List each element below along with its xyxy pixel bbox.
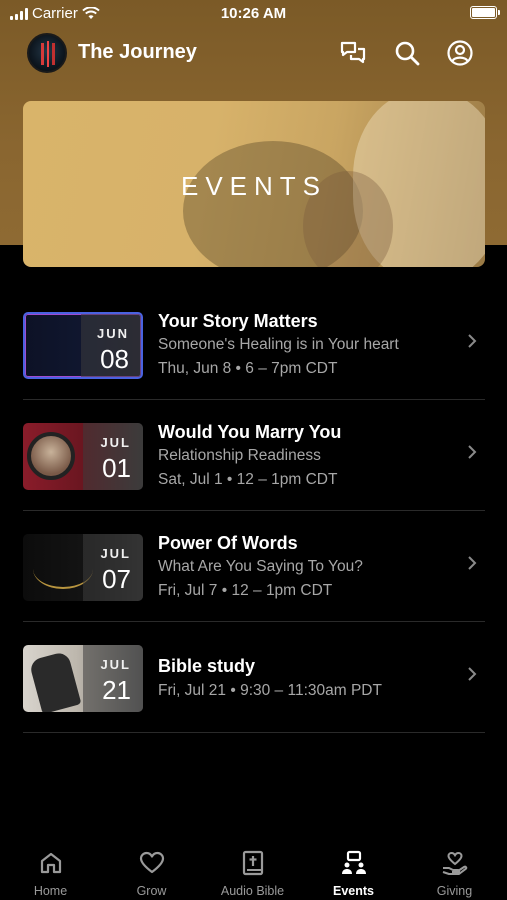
event-month: JUL [100, 546, 131, 561]
status-time: 10:26 AM [220, 5, 287, 22]
search-icon[interactable] [393, 39, 421, 67]
banner-title: EVENTS [180, 171, 328, 201]
event-month: JUL [100, 435, 131, 450]
tab-label: Grow [136, 884, 167, 898]
app-header: The Journey [0, 28, 507, 78]
event-title: Power Of Words [158, 533, 298, 553]
events-banner: EVENTS [23, 101, 485, 267]
tab-giving[interactable]: Giving [404, 836, 505, 900]
giving-icon [442, 851, 467, 875]
event-day: 01 [102, 453, 131, 483]
event-time: Thu, Jun 8 • 6 – 7pm CDT [158, 360, 338, 377]
tab-label: Home [33, 884, 68, 898]
event-time: Fri, Jul 21 • 9:30 – 11:30am PDT [158, 682, 382, 699]
event-day: 08 [100, 344, 129, 374]
event-time: Sat, Jul 1 • 12 – 1pm CDT [158, 471, 338, 488]
event-thumbnail: JUL 01 [23, 423, 143, 490]
event-subtitle: Someone's Healing is in Your heart [158, 336, 399, 353]
app-logo[interactable] [27, 33, 67, 73]
app-title: The Journey [78, 41, 197, 63]
tab-bar: Home Grow Audio Bible Events Giving [0, 836, 507, 900]
chevron-right-icon [468, 556, 477, 570]
event-day: 21 [102, 675, 131, 705]
event-title: Would You Marry You [158, 422, 342, 442]
event-time: Fri, Jul 7 • 12 – 1pm CDT [158, 582, 333, 599]
event-row[interactable]: JUL 21 Bible study Fri, Jul 21 • 9:30 – … [23, 622, 485, 733]
chevron-right-icon [468, 667, 477, 681]
event-row[interactable]: JUL 01 Would You Marry You Relationship … [23, 400, 485, 511]
chevron-right-icon [468, 334, 477, 348]
bible-icon [242, 850, 263, 876]
battery-icon [470, 6, 500, 19]
event-row[interactable]: JUN 08 Your Story Matters Someone's Heal… [23, 289, 485, 400]
chevron-right-icon [468, 445, 477, 459]
event-month: JUL [100, 657, 131, 672]
profile-icon[interactable] [446, 39, 474, 67]
home-icon [40, 852, 61, 874]
event-subtitle: Relationship Readiness [158, 447, 321, 464]
event-subtitle: What Are You Saying To You? [158, 558, 363, 575]
tab-events[interactable]: Events [303, 836, 404, 900]
tab-label: Events [333, 884, 374, 898]
event-thumbnail: JUL 07 [23, 534, 143, 601]
heart-icon [139, 851, 164, 874]
event-title: Your Story Matters [158, 311, 318, 331]
event-day: 07 [102, 564, 131, 594]
tab-label: Giving [436, 884, 473, 898]
tab-label: Audio Bible [220, 884, 285, 898]
event-thumbnail: JUN 08 [23, 312, 143, 379]
event-row[interactable]: JUL 07 Power Of Words What Are You Sayin… [23, 511, 485, 622]
tab-home[interactable]: Home [0, 836, 101, 900]
event-thumbnail: JUL 21 [23, 645, 143, 712]
event-month: JUN [96, 326, 129, 341]
event-title: Bible study [158, 656, 256, 676]
chat-icon[interactable] [339, 39, 367, 67]
events-icon [341, 850, 366, 874]
tab-grow[interactable]: Grow [101, 836, 202, 900]
status-bar: Carrier 10:26 AM [0, 0, 507, 28]
tab-audio-bible[interactable]: Audio Bible [202, 836, 303, 900]
